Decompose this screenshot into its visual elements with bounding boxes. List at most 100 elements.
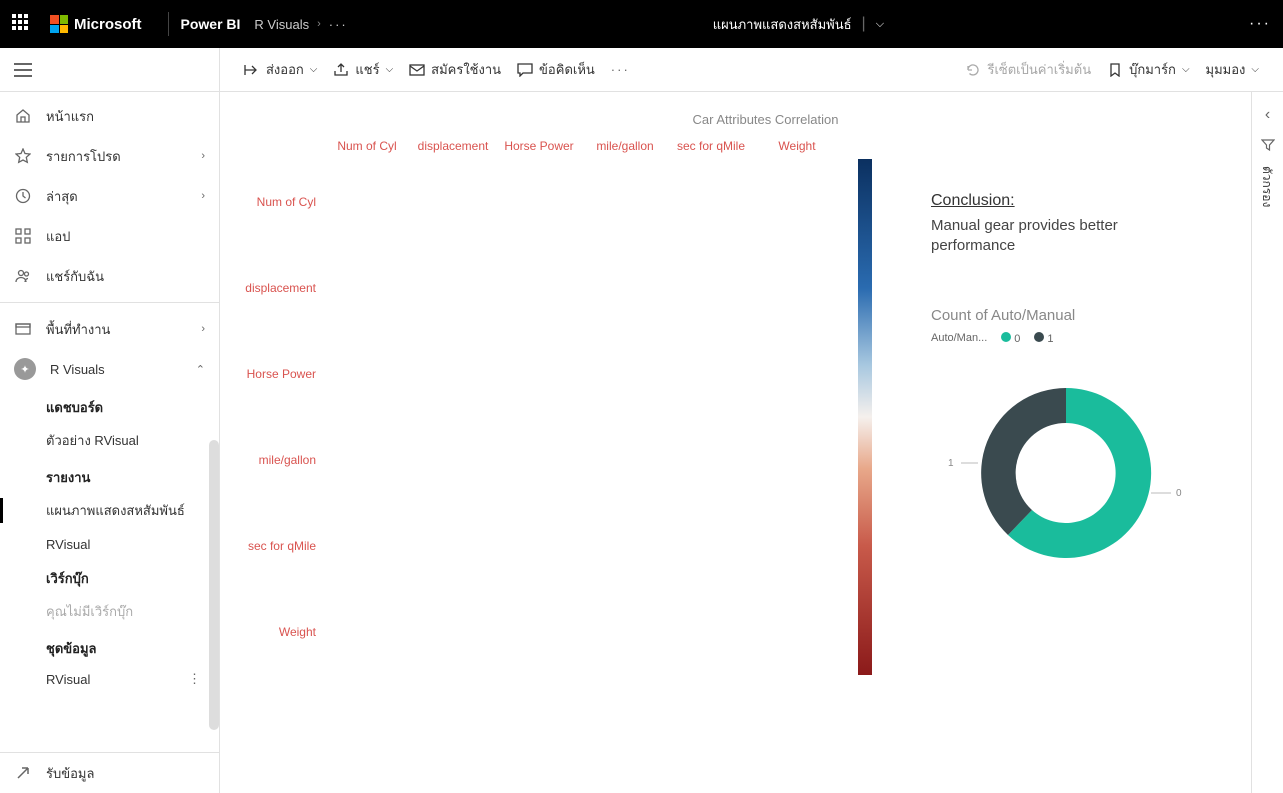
clock-icon <box>14 187 32 205</box>
filter-icon[interactable] <box>1261 138 1275 152</box>
navigation-panel: หน้าแรก รายการโปรด › ล่าสุด › แอป แชร์กั… <box>0 48 220 793</box>
nav-workspaces[interactable]: พื้นที่ทำงาน › <box>0 309 219 349</box>
chevron-right-icon: › <box>201 190 205 202</box>
row-label: displacement <box>240 245 324 331</box>
microsoft-logo[interactable]: Microsoft <box>50 15 142 33</box>
more-options-icon[interactable]: ··· <box>1249 15 1271 33</box>
subscribe-button[interactable]: สมัครใช้งาน <box>401 55 509 84</box>
row-label: Weight <box>240 589 324 675</box>
divider: | <box>862 15 866 33</box>
comments-button[interactable]: ข้อคิดเห็น <box>509 55 603 84</box>
nav-recent[interactable]: ล่าสุด › <box>0 176 219 216</box>
nav-shared[interactable]: แชร์กับฉัน <box>0 256 219 296</box>
report-canvas[interactable]: Car Attributes Correlation Num of Cyldis… <box>220 92 1251 793</box>
right-rail: ‹ ตัวกรอง <box>1251 92 1283 793</box>
donut-slice-1[interactable] <box>981 388 1066 535</box>
col-header: mile/gallon <box>582 139 668 157</box>
chart-title: Car Attributes Correlation <box>290 112 1241 127</box>
filters-label[interactable]: ตัวกรอง <box>1258 166 1277 207</box>
conclusion-panel: Conclusion: Manual gear provides better … <box>931 192 1201 593</box>
view-button[interactable]: มุมมอง ⌵ <box>1198 55 1267 84</box>
row-labels: Num of CyldisplacementHorse Powermile/ga… <box>240 159 324 675</box>
nav-label: RVisual <box>46 672 90 687</box>
report-content: Car Attributes Correlation Num of Cyldis… <box>220 92 1283 793</box>
nav-favorites[interactable]: รายการโปรด › <box>0 136 219 176</box>
nav-report-item-active[interactable]: แผนภาพแสดงสหสัมพันธ์ <box>0 492 219 529</box>
col-header: Weight <box>754 139 840 157</box>
more-icon[interactable]: ⋮ <box>188 671 201 687</box>
correlation-matrix <box>324 157 840 673</box>
chevron-down-icon: ⌵ <box>1251 64 1259 75</box>
button-label: สมัครใช้งาน <box>431 59 501 80</box>
toolbar-more-icon[interactable]: ··· <box>603 58 638 81</box>
conclusion-text: Manual gear provides better performance <box>931 216 1201 257</box>
nav-home[interactable]: หน้าแรก <box>0 96 219 136</box>
button-label: แชร์ <box>355 59 379 80</box>
section-reports: รายงาน <box>0 459 219 492</box>
chevron-down-icon: ⌵ <box>310 64 318 75</box>
share-icon <box>333 62 349 78</box>
donut-label-0: 0 <box>1176 488 1182 499</box>
nav-current-workspace[interactable]: ✦ R Visuals ⌃ <box>0 349 219 389</box>
global-header: Microsoft Power BI R Visuals › ··· แผนภา… <box>0 0 1283 48</box>
nav-workbook-empty: คุณไม่มีเวิร์กบุ๊ก <box>0 593 219 630</box>
export-icon <box>244 62 260 78</box>
nav-report-item[interactable]: RVisual <box>0 529 219 560</box>
donut-legend: Auto/Man... 0 1 <box>931 332 1201 345</box>
nav-dashboard-item[interactable]: ตัวอย่าง RVisual <box>0 422 219 459</box>
nav-getdata[interactable]: รับข้อมูล <box>0 753 219 793</box>
nav-label: R Visuals <box>50 362 105 377</box>
hamburger-icon[interactable] <box>14 63 32 77</box>
nav-label: แอป <box>46 226 70 247</box>
app-launcher-icon[interactable] <box>12 14 32 34</box>
product-name[interactable]: Power BI <box>181 16 241 32</box>
getdata-icon <box>14 764 32 782</box>
microsoft-label: Microsoft <box>74 16 142 33</box>
breadcrumb-more-icon[interactable]: ··· <box>329 17 348 32</box>
col-header: Num of Cyl <box>324 139 410 157</box>
section-datasets: ชุดข้อมูล <box>0 630 219 663</box>
row-label: Horse Power <box>240 331 324 417</box>
reset-icon <box>965 62 981 78</box>
collapse-icon[interactable]: ‹ <box>1265 106 1270 124</box>
button-label: รีเซ็ตเป็นค่าเริ่มต้น <box>987 59 1091 80</box>
colorbar <box>858 159 872 675</box>
export-button[interactable]: ส่งออก ⌵ <box>236 55 325 84</box>
scrollbar[interactable] <box>209 440 219 730</box>
row-label: sec for qMile <box>240 503 324 589</box>
bookmark-button[interactable]: บุ๊กมาร์ก ⌵ <box>1099 55 1197 84</box>
nav-label: พื้นที่ทำงาน <box>46 319 110 340</box>
col-header: sec for qMile <box>668 139 754 157</box>
col-header: Horse Power <box>496 139 582 157</box>
share-button[interactable]: แชร์ ⌵ <box>325 55 401 84</box>
divider <box>0 302 219 303</box>
button-label: มุมมอง <box>1206 59 1246 80</box>
donut-chart[interactable]: 0 1 <box>931 363 1201 593</box>
donut-title: Count of Auto/Manual <box>931 307 1201 324</box>
nav-apps[interactable]: แอป <box>0 216 219 256</box>
workspace-avatar-icon: ✦ <box>14 358 36 380</box>
row-label: Num of Cyl <box>240 159 324 245</box>
chevron-right-icon: › <box>201 150 205 162</box>
nav-label: ล่าสุด <box>46 186 78 207</box>
apps-icon <box>14 227 32 245</box>
legend-item[interactable]: 0 <box>1001 332 1020 345</box>
chevron-right-icon: › <box>317 18 321 30</box>
nav-label: หน้าแรก <box>46 106 94 127</box>
bookmark-icon <box>1107 62 1123 78</box>
section-dashboards: แดชบอร์ด <box>0 389 219 422</box>
nav-dataset-item[interactable]: RVisual ⋮ <box>0 663 219 695</box>
nav-footer: รับข้อมูล <box>0 752 219 793</box>
swatch-icon <box>1034 332 1044 342</box>
breadcrumb-workspace[interactable]: R Visuals <box>254 17 309 32</box>
mail-icon <box>409 62 425 78</box>
report-toolbar: ส่งออก ⌵ แชร์ ⌵ สมัครใช้งาน ข้อคิดเห็น ·… <box>220 48 1283 92</box>
legend-item[interactable]: 1 <box>1034 332 1053 345</box>
col-header: displacement <box>410 139 496 157</box>
divider <box>168 12 169 36</box>
button-label: บุ๊กมาร์ก <box>1129 59 1176 80</box>
reset-button[interactable]: รีเซ็ตเป็นค่าเริ่มต้น <box>957 55 1099 84</box>
chevron-down-icon[interactable]: ⌵ <box>876 18 884 31</box>
chevron-up-icon: ⌃ <box>196 363 205 376</box>
people-icon <box>14 267 32 285</box>
